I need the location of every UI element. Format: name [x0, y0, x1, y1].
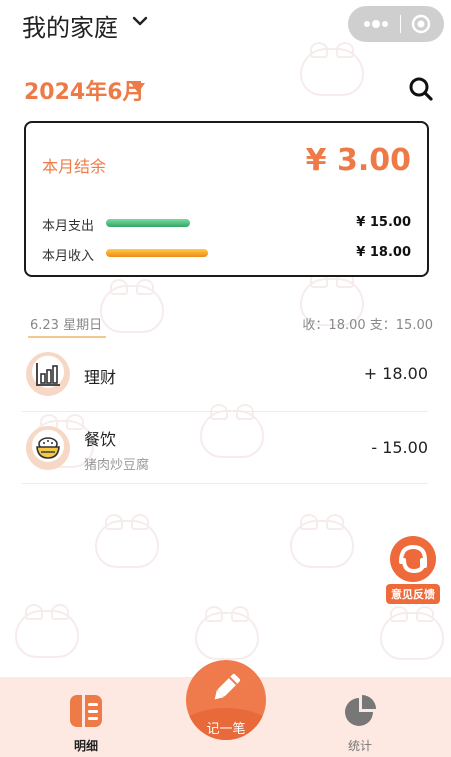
ledger-list-icon	[70, 695, 102, 727]
background-pig-decoration	[100, 279, 164, 333]
target-close-icon[interactable]	[411, 14, 431, 34]
background-pig-decoration	[290, 514, 354, 568]
background-pig-decoration	[15, 604, 79, 658]
record-amount: - 15.00	[371, 438, 428, 457]
record-amount: + 18.00	[363, 364, 428, 383]
chevron-down-icon[interactable]	[132, 13, 148, 29]
tab-ledger[interactable]: 明细	[36, 677, 136, 757]
add-record-button[interactable]: 记一笔	[186, 660, 266, 740]
balance-value: ¥ 3.00	[305, 143, 411, 178]
pie-chart-icon	[345, 695, 376, 726]
background-pig-decoration	[195, 606, 259, 660]
background-pig-decoration	[95, 514, 159, 568]
app-page: 我的家庭 2024年6月 本月结余 ¥ 3.00 本月支出 ¥ 15.00 本月…	[0, 0, 451, 757]
record-row-finance[interactable]: 理财 + 18.00	[22, 340, 428, 412]
background-pig-decoration	[380, 606, 444, 660]
feedback-label: 意见反馈	[386, 584, 440, 604]
feedback-button[interactable]: 意见反馈	[386, 536, 440, 604]
triangle-down-icon[interactable]	[130, 82, 146, 94]
capsule-divider	[400, 15, 401, 33]
month-selector[interactable]: 2024年6月	[24, 74, 145, 106]
mini-program-capsule	[348, 6, 444, 42]
rice-bowl-icon	[26, 426, 70, 470]
feedback-headset-icon	[390, 536, 436, 582]
record-category: 餐饮	[84, 430, 117, 449]
monthly-summary-card: 本月结余 ¥ 3.00 本月支出 ¥ 15.00 本月收入 ¥ 18.00	[24, 121, 429, 277]
balance-label: 本月结余	[42, 157, 107, 176]
day-totals: 收：18.00 支：15.00	[302, 318, 433, 333]
day-date: 6.23 星期日	[30, 318, 103, 333]
more-dots-icon[interactable]	[362, 16, 390, 32]
top-bar: 我的家庭	[0, 0, 451, 52]
tab-stats-label: 统计	[347, 739, 372, 753]
search-icon[interactable]	[408, 76, 434, 102]
income-bar	[106, 249, 208, 257]
income-value: ¥ 18.00	[356, 245, 411, 260]
family-title[interactable]: 我的家庭	[22, 8, 118, 43]
pen-icon	[214, 673, 241, 700]
income-label: 本月收入	[42, 249, 95, 264]
record-category: 理财	[84, 368, 117, 387]
chart-bars-icon	[26, 352, 70, 396]
expense-value: ¥ 15.00	[356, 215, 411, 230]
background-pig-decoration	[300, 42, 364, 96]
tab-stats[interactable]: 统计	[310, 677, 410, 757]
expense-bar	[106, 219, 190, 227]
tab-ledger-label: 明细	[73, 739, 98, 753]
record-row-dining[interactable]: 餐饮 猪肉炒豆腐 - 15.00	[22, 412, 428, 484]
add-record-label: 记一笔	[206, 722, 246, 737]
expense-label: 本月支出	[42, 219, 95, 234]
day-date-underline	[28, 336, 106, 338]
record-note: 猪肉炒豆腐	[84, 458, 150, 473]
